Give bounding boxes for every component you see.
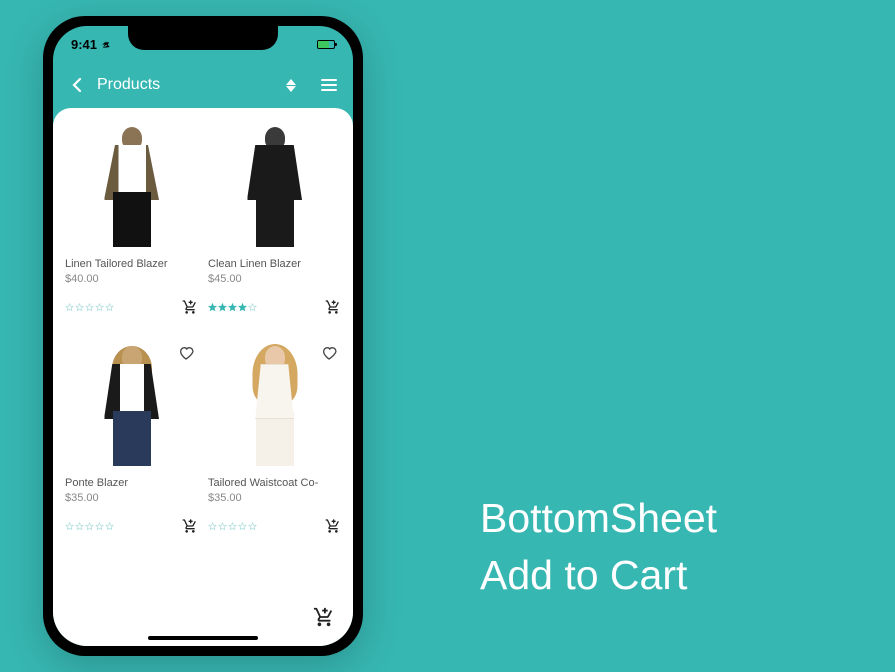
product-card[interactable]: Ponte Blazer $35.00 [65,341,198,534]
product-price: $35.00 [208,492,341,504]
rating-stars[interactable] [208,303,257,312]
product-grid: Linen Tailored Blazer $40.00 Clean Linen… [65,122,341,534]
rating-stars[interactable] [65,303,114,312]
rating-stars[interactable] [65,522,114,531]
favorite-button[interactable] [178,345,194,361]
add-to-cart-button[interactable] [325,518,341,534]
product-card[interactable]: Clean Linen Blazer $45.00 [208,122,341,315]
product-card[interactable]: Tailored Waistcoat Co- $35.00 [208,341,341,534]
product-name: Linen Tailored Blazer [65,258,198,270]
product-image [65,122,198,252]
product-image [208,122,341,252]
favorite-button[interactable] [321,345,337,361]
status-right [317,40,335,49]
home-indicator[interactable] [148,636,258,640]
rating-stars[interactable] [208,522,257,531]
content-area: Linen Tailored Blazer $40.00 Clean Linen… [53,108,353,646]
notch [128,26,278,50]
headline-line-2: Add to Cart [480,547,717,604]
battery-icon [317,40,335,49]
add-to-cart-button[interactable] [325,299,341,315]
product-price: $40.00 [65,273,198,285]
fab-cart-button[interactable] [313,606,335,628]
product-name: Clean Linen Blazer [208,258,341,270]
menu-button[interactable] [319,75,339,95]
add-to-cart-button[interactable] [182,299,198,315]
page-title: Products [97,76,281,94]
headline-line-1: BottomSheet [480,490,717,547]
product-price: $35.00 [65,492,198,504]
product-price: $45.00 [208,273,341,285]
product-name: Ponte Blazer [65,477,198,489]
menu-icon [321,79,337,91]
product-image [208,341,341,471]
status-time: 9:41 [71,37,111,52]
product-name: Tailored Waistcoat Co- [208,477,341,489]
product-image [65,341,198,471]
phone-frame: 9:41 Products Linen [43,16,363,656]
phone-screen: 9:41 Products Linen [53,26,353,646]
app-header: Products [53,62,353,108]
slide-headline: BottomSheet Add to Cart [480,490,717,605]
product-card[interactable]: Linen Tailored Blazer $40.00 [65,122,198,315]
back-button[interactable] [67,75,87,95]
add-to-cart-button[interactable] [182,518,198,534]
sort-button[interactable] [281,75,301,95]
